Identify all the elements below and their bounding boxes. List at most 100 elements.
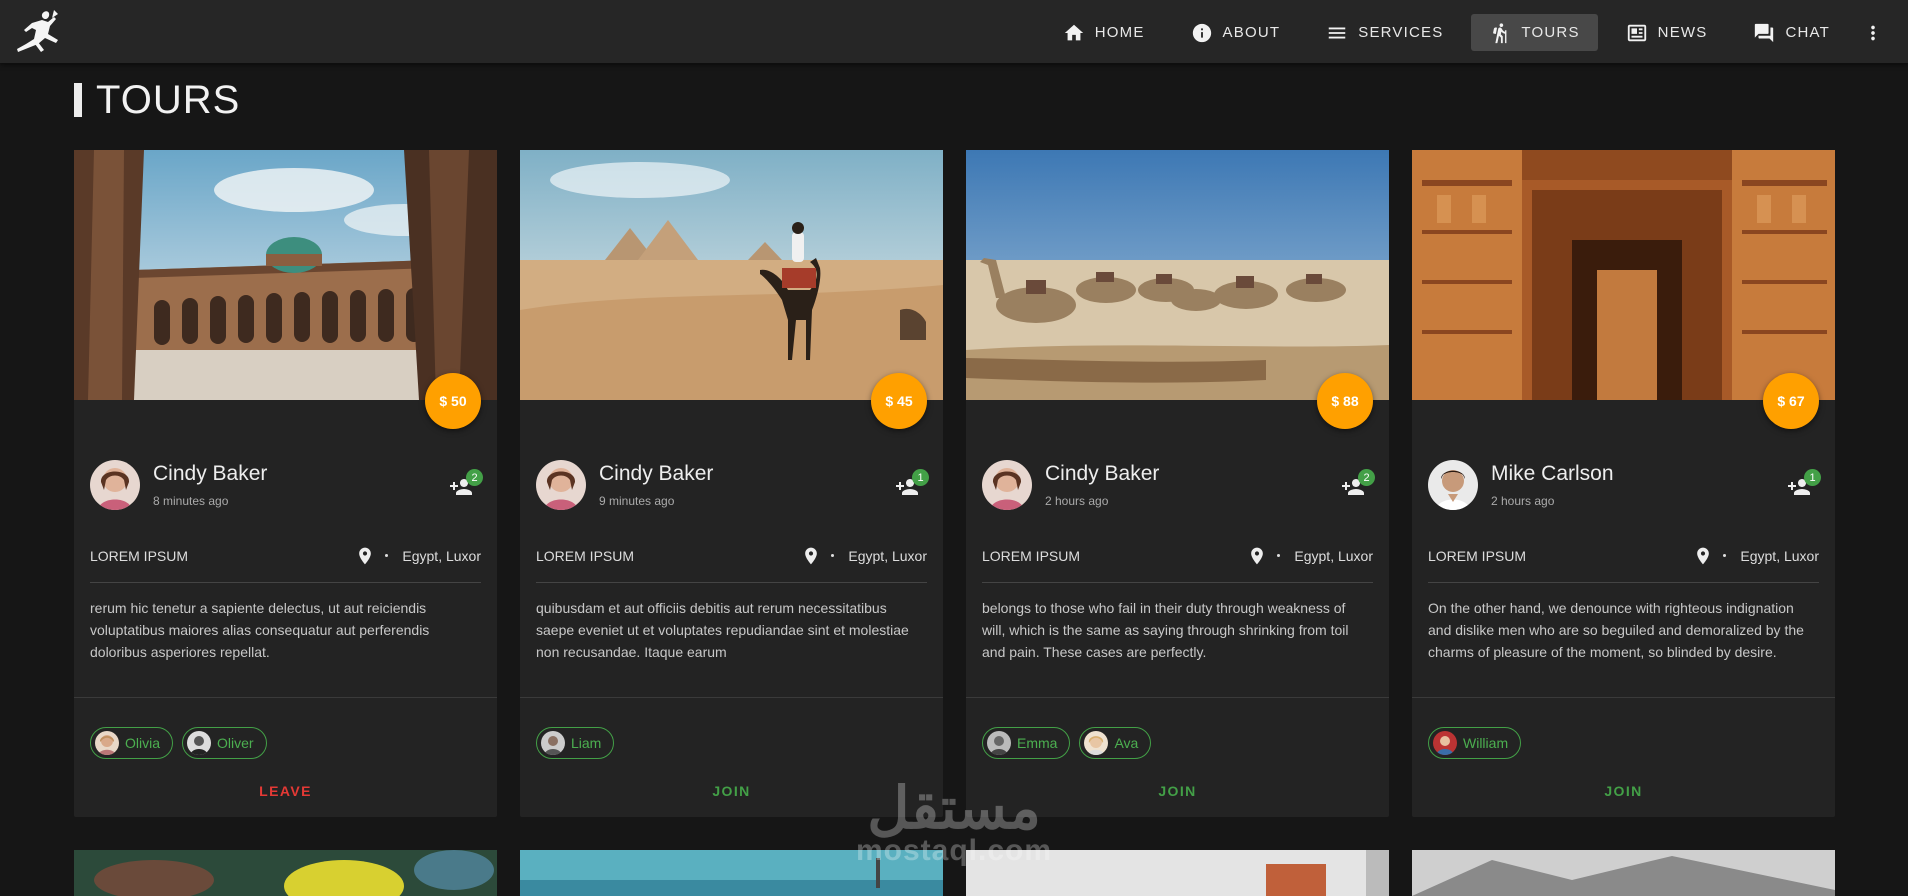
location-label: Egypt, Luxor (1294, 547, 1373, 564)
member-avatar (987, 731, 1011, 755)
post-time: 9 minutes ago (599, 494, 675, 508)
tour-author[interactable]: Cindy Baker 9 minutes ago (536, 460, 713, 510)
member-count-badge: 1 (912, 469, 929, 486)
member-chip[interactable]: Emma (982, 727, 1071, 759)
member-chip[interactable]: Oliver (182, 727, 267, 759)
location-label: Egypt, Luxor (402, 547, 481, 564)
add-member-button[interactable]: 1 (895, 469, 929, 499)
member-name: Olivia (125, 735, 161, 751)
price-badge: $ 45 (871, 373, 927, 429)
card-divider (966, 697, 1389, 698)
tour-card-image-peek[interactable] (74, 850, 497, 896)
brand-logo[interactable] (14, 8, 66, 56)
page-heading: TOURS (74, 77, 241, 122)
tour-author[interactable]: Cindy Baker 8 minutes ago (90, 460, 267, 510)
nav-home-label: HOME (1094, 24, 1145, 41)
nav-news[interactable]: NEWS (1608, 14, 1726, 51)
tour-card: $ 88 Cindy Baker 2 hours ago 2 LOREM IPS… (966, 150, 1389, 817)
post-time: 8 minutes ago (153, 494, 229, 508)
author-name: Cindy Baker (1045, 462, 1160, 485)
member-chips: William (1428, 727, 1522, 759)
member-chips: Emma Ava (982, 727, 1152, 759)
news-icon (1627, 24, 1646, 41)
nav-chat[interactable]: CHAT (1735, 14, 1848, 51)
info-icon (1192, 23, 1211, 42)
separator-dot (1277, 554, 1281, 557)
member-chip[interactable]: William (1428, 727, 1522, 759)
join-button[interactable]: JOIN (520, 772, 943, 810)
post-time: 2 hours ago (1045, 494, 1109, 508)
location-pin-icon (805, 547, 818, 564)
member-name: Liam (571, 735, 602, 751)
member-avatar (187, 731, 212, 755)
tour-description: quibusdam et aut officiis debitis aut re… (536, 600, 909, 660)
more-vert-icon (1871, 25, 1875, 40)
add-member-button[interactable]: 2 (1341, 469, 1375, 499)
member-name: Emma (1017, 735, 1058, 751)
card-divider (1412, 697, 1835, 698)
author-name: Cindy Baker (599, 462, 714, 485)
leave-button[interactable]: LEAVE (74, 772, 497, 810)
tour-image-camels[interactable] (966, 150, 1389, 400)
nav-home[interactable]: HOME (1045, 14, 1163, 51)
location-label: Egypt, Luxor (848, 547, 927, 564)
member-avatar (1084, 731, 1109, 755)
separator-dot (1723, 554, 1727, 557)
price-badge: $ 88 (1317, 373, 1373, 429)
page-title: TOURS (96, 77, 241, 122)
home-icon (1064, 24, 1083, 40)
tour-image-pyramids[interactable] (520, 150, 943, 400)
chat-icon (1755, 23, 1774, 42)
price-badge: $ 67 (1763, 373, 1819, 429)
tour-description: rerum hic tenetur a sapiente delectus, u… (90, 600, 430, 660)
tour-card-image-peek[interactable] (520, 850, 943, 896)
tour-image-temple[interactable] (1412, 150, 1835, 400)
post-time: 2 hours ago (1491, 494, 1555, 508)
join-button[interactable]: JOIN (1412, 772, 1835, 810)
join-button[interactable]: JOIN (966, 772, 1389, 810)
member-chip[interactable]: Ava (1079, 727, 1152, 759)
more-menu-button[interactable] (1858, 14, 1888, 51)
member-count-badge: 2 (466, 469, 483, 486)
member-chip[interactable]: Liam (536, 727, 615, 759)
location-pin-icon (359, 547, 372, 564)
top-app-bar: HOME ABOUT SERVICES TOURS NEWS CHAT (0, 0, 1908, 63)
nav-chat-label: CHAT (1785, 24, 1830, 41)
tour-card-image-peek[interactable] (1412, 850, 1835, 896)
location-label: Egypt, Luxor (1740, 547, 1819, 564)
location-pin-icon (1697, 547, 1710, 564)
author-name: Mike Carlson (1491, 462, 1614, 485)
tour-card: $ 50 Cindy Baker 8 minutes ago 2 LOREM I… (74, 150, 497, 817)
nav-tours[interactable]: TOURS (1471, 14, 1598, 51)
tour-description: belongs to those who fail in their duty … (982, 600, 1349, 660)
tour-card-image-peek[interactable] (966, 850, 1389, 896)
tour-author[interactable]: Cindy Baker 2 hours ago (982, 460, 1159, 510)
tour-author[interactable]: Mike Carlson 2 hours ago (1428, 460, 1614, 510)
nav-about-label: ABOUT (1222, 24, 1281, 41)
nav-services-label: SERVICES (1358, 24, 1444, 41)
member-name: Oliver (217, 735, 254, 751)
member-chip[interactable]: Olivia (90, 727, 174, 759)
nav-services[interactable]: SERVICES (1308, 14, 1461, 51)
nav-tours-label: TOURS (1521, 24, 1580, 41)
tour-card: $ 45 Cindy Baker 9 minutes ago 1 LOREM I… (520, 150, 943, 817)
member-avatar (1433, 731, 1457, 755)
nav-about[interactable]: ABOUT (1173, 14, 1299, 51)
author-avatar (982, 460, 1032, 510)
member-avatar (541, 731, 565, 755)
card-divider (520, 697, 943, 698)
tour-image-mosque[interactable] (74, 150, 497, 400)
separator-dot (831, 554, 835, 557)
tour-location: Egypt, Luxor (1247, 546, 1373, 566)
tour-category: LOREM IPSUM (1428, 547, 1527, 564)
tour-card: $ 67 Mike Carlson 2 hours ago 1 LOREM IP… (1412, 150, 1835, 817)
hiking-icon (1493, 22, 1507, 43)
tour-category: LOREM IPSUM (90, 547, 189, 564)
add-member-button[interactable]: 1 (1787, 469, 1821, 499)
member-count-badge: 2 (1358, 469, 1375, 486)
tour-location: Egypt, Luxor (1693, 546, 1819, 566)
nav-news-label: NEWS (1657, 24, 1708, 41)
add-member-button[interactable]: 2 (449, 469, 483, 499)
member-count-badge: 1 (1804, 469, 1821, 486)
author-name: Cindy Baker (153, 462, 268, 485)
